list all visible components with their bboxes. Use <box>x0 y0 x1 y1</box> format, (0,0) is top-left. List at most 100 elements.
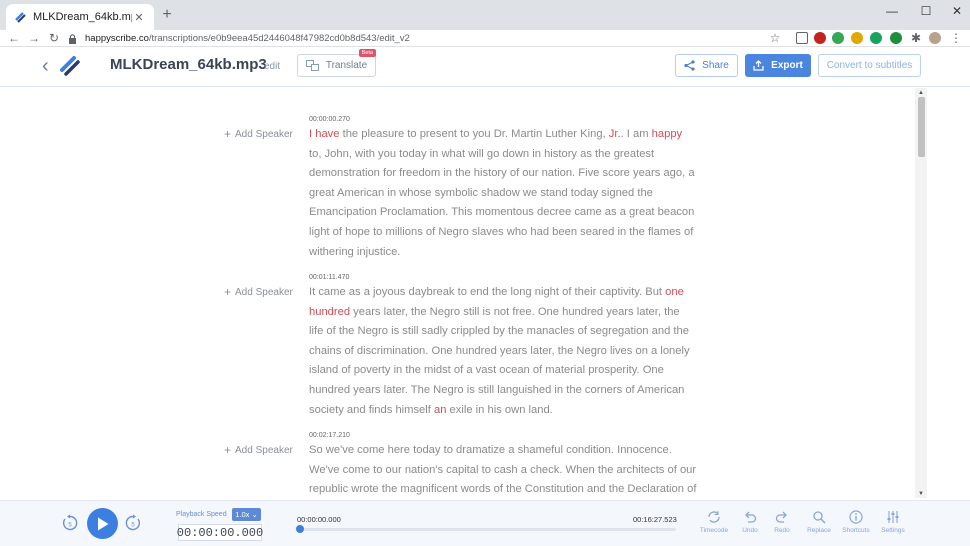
convert-to-subtitles-button[interactable]: Convert to subtitles <box>818 54 921 77</box>
replace-label: Replace <box>807 527 831 534</box>
highlighted-word[interactable]: Jr. <box>609 128 621 140</box>
redo-label: Redo <box>774 527 790 534</box>
forward-icon[interactable]: → <box>26 30 42 47</box>
transcript-editor[interactable]: 00:00:00.270 + Add Speaker I have the ple… <box>0 88 914 498</box>
maximize-button[interactable]: ☐ <box>915 3 937 19</box>
close-window-button[interactable]: ✕ <box>946 3 968 19</box>
highlighted-word[interactable]: an <box>434 404 446 416</box>
tab-close-icon[interactable]: ✕ <box>132 11 146 24</box>
timecode-button[interactable]: Timecode <box>696 510 732 534</box>
paragraph-text[interactable]: It came as a joyous daybreak to end the … <box>309 283 697 420</box>
add-speaker-button[interactable]: + Add Speaker <box>224 443 293 457</box>
back-icon[interactable]: ← <box>6 30 22 47</box>
settings-button[interactable]: Settings <box>875 510 911 534</box>
add-speaker-label: Add Speaker <box>235 286 293 298</box>
add-speaker-button[interactable]: + Add Speaker <box>224 285 293 299</box>
rewind-5-icon[interactable]: 5 <box>61 514 79 532</box>
minimize-button[interactable]: — <box>881 3 903 19</box>
browser-menu-icon[interactable]: ⋮ <box>948 30 964 47</box>
undo-icon <box>745 511 757 523</box>
add-speaker-button[interactable]: + Add Speaker <box>224 127 293 141</box>
paragraph-text[interactable]: So we've come here today to dramatize a … <box>309 441 697 498</box>
audio-player-bar: 5 5 Playback Speed 1.0x ⌄ 00:00:00.000 0… <box>0 500 970 546</box>
speed-value: 1.0x <box>235 510 250 519</box>
current-time-display[interactable]: 00:00:00.000 <box>177 524 263 541</box>
highlighted-word[interactable]: have <box>315 128 339 140</box>
url-host: happyscribe.co <box>85 33 149 44</box>
screen-capture-extension-icon[interactable] <box>796 32 808 44</box>
paragraph-text[interactable]: I have the pleasure to present to you Dr… <box>309 125 697 262</box>
browser-toolbar: ← → ↻ happyscribe.co /transcriptions/e0b… <box>0 30 970 47</box>
forward-5-icon[interactable]: 5 <box>124 514 142 532</box>
translate-button[interactable]: Translate Beta <box>297 49 376 77</box>
shortcuts-label: Shortcuts <box>842 527 870 534</box>
svg-text:5: 5 <box>131 523 135 529</box>
back-chevron-icon[interactable]: ‹ <box>42 55 49 78</box>
export-button[interactable]: Export <box>745 54 811 77</box>
file-title: MLKDream_64kb.mp3 <box>110 56 267 73</box>
settings-label: Settings <box>881 527 905 534</box>
text-segment[interactable]: years later, the Negro still is not free… <box>309 306 690 416</box>
happyscribe-logo-icon[interactable] <box>59 55 81 77</box>
scroll-up-arrow-icon[interactable]: ▲ <box>916 89 926 97</box>
progress-end-time: 00:16:27.523 <box>633 515 677 524</box>
browser-tab-strip: MLKDream_64kb.mp3 ✕ + — ☐ ✕ <box>0 0 970 30</box>
share-label: Share <box>702 60 729 71</box>
plus-icon: + <box>224 127 232 141</box>
text-segment[interactable]: to, John, with you today in what will go… <box>309 148 695 258</box>
add-speaker-label: Add Speaker <box>235 444 293 456</box>
edit-title-link[interactable]: edit <box>264 61 280 72</box>
text-segment[interactable]: It came as a joyous daybreak to end the … <box>309 286 665 298</box>
url-path: /transcriptions/e0b9eea45d2446048f47982c… <box>148 33 410 44</box>
progress-track[interactable] <box>299 528 676 531</box>
add-speaker-label: Add Speaker <box>235 128 293 140</box>
scroll-down-arrow-icon[interactable]: ▼ <box>916 490 926 498</box>
translate-icon <box>305 60 319 71</box>
extension-grammarly-icon[interactable] <box>870 32 882 44</box>
extension-red-icon[interactable] <box>814 32 826 44</box>
search-icon <box>813 511 826 524</box>
scrollbar-thumb[interactable] <box>918 97 925 157</box>
share-icon <box>684 60 695 71</box>
paragraph-timestamp[interactable]: 00:01:11.470 <box>309 274 349 281</box>
beta-badge: Beta <box>358 49 376 57</box>
chevron-down-icon: ⌄ <box>251 510 258 519</box>
sliders-icon <box>887 511 899 523</box>
new-tab-button[interactable]: + <box>158 6 176 24</box>
browser-tab[interactable]: MLKDream_64kb.mp3 ✕ <box>6 4 154 30</box>
text-segment[interactable]: exile in his own land. <box>446 404 553 416</box>
extension-check-icon[interactable] <box>832 32 844 44</box>
play-icon <box>97 517 108 530</box>
timecode-label: Timecode <box>699 527 729 534</box>
lock-icon <box>69 33 76 44</box>
extension-green-icon[interactable] <box>890 32 902 44</box>
bookmark-star-icon[interactable]: ☆ <box>767 30 783 47</box>
undo-button[interactable]: Undo <box>732 510 768 534</box>
plus-icon: + <box>224 285 232 299</box>
translate-label: Translate <box>325 60 368 71</box>
timecode-icon <box>708 511 720 523</box>
text-segment[interactable]: So we've come here today to dramatize a … <box>309 444 696 495</box>
share-button[interactable]: Share <box>675 54 738 77</box>
text-segment[interactable]: the pleasure to present to you Dr. Marti… <box>339 128 608 140</box>
progress-handle[interactable] <box>296 525 304 533</box>
play-button[interactable] <box>87 508 118 539</box>
export-icon <box>753 60 764 71</box>
plus-icon: + <box>224 443 232 457</box>
undo-label: Undo <box>742 527 758 534</box>
extension-yellow-icon[interactable] <box>851 32 863 44</box>
highlighted-word[interactable]: happy <box>652 128 682 140</box>
playback-speed-select[interactable]: 1.0x ⌄ <box>232 508 261 521</box>
paragraph-timestamp[interactable]: 00:02:17.210 <box>309 432 350 439</box>
shortcuts-button[interactable]: Shortcuts <box>838 510 874 534</box>
text-segment[interactable]: . I am <box>621 128 652 140</box>
progress-start-time: 00:00:00.000 <box>297 515 341 524</box>
reload-icon[interactable]: ↻ <box>46 30 62 47</box>
replace-button[interactable]: Replace <box>801 510 837 534</box>
profile-avatar[interactable] <box>929 32 941 44</box>
extensions-puzzle-icon[interactable]: ✱ <box>908 30 924 47</box>
redo-button[interactable]: Redo <box>764 510 800 534</box>
address-bar[interactable]: happyscribe.co /transcriptions/e0b9eea45… <box>68 30 788 47</box>
playback-speed-label: Playback Speed <box>176 511 227 518</box>
paragraph-timestamp[interactable]: 00:00:00.270 <box>309 116 350 123</box>
